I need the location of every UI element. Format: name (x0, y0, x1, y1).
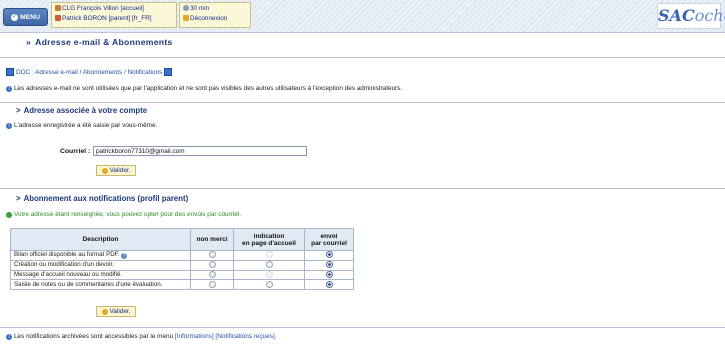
intro-note: i Les adresses e-mail ne sont utilisées … (6, 85, 402, 92)
menu-icon: ✓ (10, 13, 18, 21)
question-icon[interactable]: ? (121, 253, 128, 260)
subscription-status-text: Votre adresse étant renseignée, vous pou… (14, 211, 242, 218)
row-label: Bilan officiel disponible au format PDF.… (10, 250, 191, 261)
email-label: Courriel : (60, 148, 91, 155)
address-info: i L'adresse enregistrée a été saisie par… (6, 122, 157, 129)
col-description: Description (10, 228, 191, 251)
table-row: Création ou modification d'un devoir. (10, 259, 354, 271)
radio-no[interactable] (208, 261, 216, 269)
notifications-menu-link[interactable]: [Informations] [Notifications reçues]. (175, 333, 277, 340)
sacoche-logo[interactable]: SACoche (657, 3, 725, 29)
radio-no[interactable] (208, 280, 216, 288)
subscription-section-title-text: Abonnement aux notifications (profil par… (23, 194, 189, 203)
subscription-status: Votre adresse étant renseignée, vous pou… (6, 211, 241, 218)
save-subscriptions-button[interactable]: Valider. (96, 306, 136, 317)
row-label-text: Bilan officiel disponible au format PDF. (14, 251, 120, 259)
radio-email[interactable] (325, 270, 333, 278)
clock-icon (183, 5, 189, 11)
doc-link[interactable]: DOC : Adresse e-mail / Abonnements / Not… (6, 68, 173, 76)
address-info-text: L'adresse enregistrée a été saisie par v… (14, 122, 158, 129)
intro-text: Les adresses e-mail ne sont utilisées qu… (14, 85, 403, 92)
session-timer: 30 min (190, 5, 210, 12)
save-email-label: Valider. (109, 167, 131, 174)
doc-link-text[interactable]: DOC : Adresse e-mail / Abonnements / Not… (16, 69, 162, 76)
divider (0, 188, 725, 189)
logout-link[interactable]: Déconnexion (190, 15, 227, 22)
user-icon (55, 15, 61, 21)
save-email-button[interactable]: Valider. (96, 165, 136, 176)
footer-text: Les notifications archivées sont accessi… (14, 333, 175, 340)
check-icon (101, 167, 108, 174)
radio-homepage (265, 251, 273, 259)
radio-no[interactable] (208, 270, 216, 278)
logout-icon (183, 15, 189, 21)
logo-text: SAC (658, 6, 695, 25)
save-subscriptions-label: Valider. (109, 308, 131, 315)
radio-email[interactable] (325, 280, 333, 288)
info-icon: i (6, 85, 12, 92)
table-row: Bilan officiel disponible au format PDF.… (10, 250, 354, 261)
notifications-table: Description non merci indication en page… (10, 228, 354, 291)
school-link[interactable]: CLG François Villon [accueil] (62, 5, 144, 12)
footer-note: i Les notifications archivées sont acces… (6, 333, 277, 340)
col-homepage: indication en page d'accueil (233, 228, 305, 251)
menu-button[interactable]: ✓ MENU (3, 8, 48, 26)
divider (0, 57, 725, 58)
user-info-box: CLG François Villon [accueil] Patrick BO… (51, 2, 177, 28)
radio-email[interactable] (325, 261, 333, 269)
divider (0, 327, 725, 328)
radio-homepage (265, 270, 273, 278)
menu-label: MENU (19, 13, 40, 21)
row-label: Message d'accueil nouveau ou modifié. (10, 269, 191, 281)
col-homepage-line1: indication (253, 232, 285, 240)
doc-icon (6, 68, 14, 76)
session-box: 30 min Déconnexion (179, 2, 251, 28)
logo-tail: oche (694, 6, 725, 25)
footer-note-text: Les notifications archivées sont accessi… (14, 333, 277, 340)
col-homepage-line2: en page d'accueil (242, 239, 296, 247)
info-icon: i (6, 333, 12, 340)
chevron-right-icon: > (16, 194, 21, 203)
double-chevron-icon: » (26, 37, 32, 47)
radio-homepage[interactable] (265, 280, 273, 288)
check-icon (101, 308, 108, 315)
user-name: Patrick BORON [parent] [fr_FR] (62, 15, 152, 22)
info-icon: i (6, 122, 12, 129)
table-row: Saisie de notes ou de commentaires d'une… (10, 279, 354, 291)
col-email: envoi par courriel (304, 228, 354, 251)
top-bar: ✓ MENU CLG François Villon [accueil] Pat… (0, 0, 725, 33)
row-label: Saisie de notes ou de commentaires d'une… (10, 279, 191, 291)
radio-homepage[interactable] (265, 261, 273, 269)
address-section-title: > Adresse associée à votre compte (16, 106, 147, 115)
email-field[interactable] (93, 146, 307, 156)
page-title: » Adresse e-mail & Abonnements (26, 37, 173, 47)
external-doc-icon (164, 68, 173, 76)
col-email-line1: envoi (320, 232, 338, 240)
chevron-right-icon: > (16, 106, 21, 115)
subscription-section-title: > Abonnement aux notifications (profil pa… (16, 194, 188, 203)
row-label: Création ou modification d'un devoir. (10, 259, 191, 271)
radio-email[interactable] (325, 251, 333, 259)
col-email-line2: par courriel (311, 239, 347, 247)
school-icon (55, 5, 61, 11)
divider (0, 102, 725, 103)
table-row: Message d'accueil nouveau ou modifié. (10, 269, 354, 281)
page-title-text: Adresse e-mail & Abonnements (35, 37, 173, 47)
radio-no[interactable] (208, 251, 216, 259)
check-circle-icon (6, 211, 12, 218)
col-no: non merci (190, 228, 234, 251)
address-section-title-text: Adresse associée à votre compte (23, 106, 148, 115)
